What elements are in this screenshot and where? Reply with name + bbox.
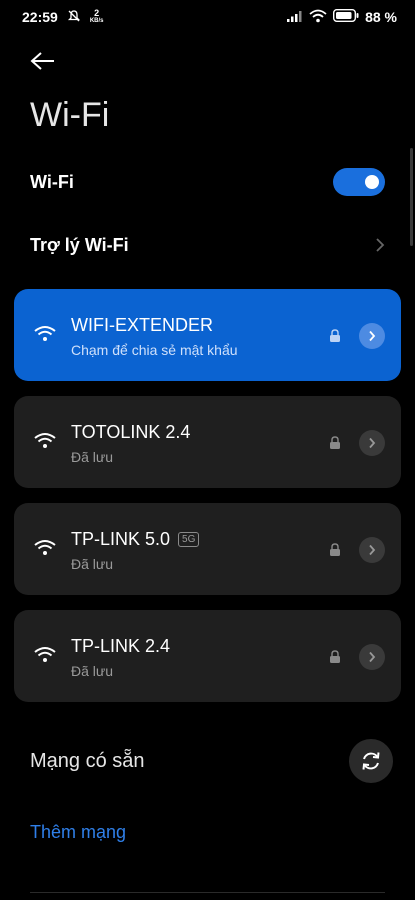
lock-icon bbox=[330, 329, 340, 342]
network-card-tplink-24[interactable]: TP-LINK 2.4 Đã lưu bbox=[14, 610, 401, 702]
network-details-button[interactable] bbox=[359, 537, 385, 563]
network-texts: WIFI-EXTENDER Chạm để chia sẻ mật khẩu bbox=[71, 315, 238, 358]
band-badge: 5G bbox=[178, 532, 200, 547]
network-speed-unit: KB/s bbox=[89, 18, 104, 24]
network-status: Đã lưu bbox=[71, 449, 114, 465]
network-texts: TOTOLINK 2.4 Đã lưu bbox=[71, 422, 190, 465]
network-name: WIFI-EXTENDER bbox=[71, 315, 213, 335]
wifi-toggle-switch[interactable] bbox=[333, 168, 385, 196]
network-speed-value: 2 bbox=[94, 8, 100, 18]
battery-icon bbox=[333, 8, 359, 25]
back-button[interactable] bbox=[30, 46, 60, 76]
wifi-signal-icon bbox=[34, 540, 56, 555]
status-left: 22:59 2 KB/s bbox=[22, 9, 103, 26]
status-time: 22:59 bbox=[22, 9, 58, 25]
chevron-right-icon bbox=[369, 651, 376, 663]
scrollbar[interactable] bbox=[410, 148, 413, 246]
lock-icon bbox=[330, 436, 340, 449]
chevron-right-icon bbox=[376, 238, 385, 252]
network-details-button[interactable] bbox=[359, 430, 385, 456]
wifi-toggle-label: Wi-Fi bbox=[30, 171, 74, 192]
toggle-knob bbox=[365, 175, 379, 189]
wifi-signal-icon bbox=[34, 433, 56, 448]
battery-percentage: 88 % bbox=[365, 9, 397, 25]
wifi-status-icon bbox=[309, 9, 327, 26]
wifi-signal-icon bbox=[34, 647, 56, 662]
available-networks-label: Mạng có sẵn bbox=[30, 749, 145, 772]
status-right: 88 % bbox=[287, 8, 397, 26]
status-bar: 22:59 2 KB/s 88 % bbox=[0, 0, 415, 34]
wifi-signal-icon bbox=[34, 326, 56, 341]
available-networks-header: Mạng có sẵn bbox=[30, 739, 393, 783]
network-details-button[interactable] bbox=[359, 644, 385, 670]
network-status: Đã lưu bbox=[71, 556, 114, 572]
arrow-left-icon bbox=[30, 52, 54, 70]
network-card-totolink-24[interactable]: TOTOLINK 2.4 Đã lưu bbox=[14, 396, 401, 488]
signal-icon bbox=[287, 9, 303, 25]
chevron-right-icon bbox=[369, 437, 376, 449]
network-name: TP-LINK 2.4 bbox=[71, 636, 171, 656]
lock-icon bbox=[330, 650, 340, 663]
refresh-icon bbox=[362, 752, 380, 770]
refresh-button[interactable] bbox=[349, 739, 393, 783]
add-network-link[interactable]: Thêm mạng bbox=[30, 822, 126, 843]
chevron-right-icon bbox=[369, 330, 376, 342]
chevron-right-icon bbox=[369, 544, 376, 556]
network-status: Chạm để chia sẻ mật khẩu bbox=[71, 342, 238, 358]
network-texts: TP-LINK 2.4 Đã lưu bbox=[71, 636, 170, 679]
mute-bell-icon bbox=[67, 9, 81, 26]
network-card-wifi-extender[interactable]: WIFI-EXTENDER Chạm để chia sẻ mật khẩu bbox=[14, 289, 401, 381]
network-card-tplink-50[interactable]: TP-LINK 5.0 5G Đã lưu bbox=[14, 503, 401, 595]
network-status: Đã lưu bbox=[71, 663, 114, 679]
lock-icon bbox=[330, 543, 340, 556]
wifi-assistant-label: Trợ lý Wi-Fi bbox=[30, 234, 129, 255]
page-title: Wi-Fi bbox=[30, 96, 110, 134]
network-speed: 2 KB/s bbox=[90, 9, 104, 25]
network-name: TOTOLINK 2.4 bbox=[71, 422, 191, 442]
divider bbox=[30, 892, 385, 893]
network-name: TP-LINK 5.0 5G bbox=[71, 529, 200, 550]
wifi-assistant-row[interactable]: Trợ lý Wi-Fi bbox=[30, 232, 385, 258]
network-details-button[interactable] bbox=[359, 323, 385, 349]
network-texts: TP-LINK 5.0 5G Đã lưu bbox=[71, 529, 200, 572]
wifi-toggle-row[interactable]: Wi-Fi bbox=[30, 168, 385, 196]
